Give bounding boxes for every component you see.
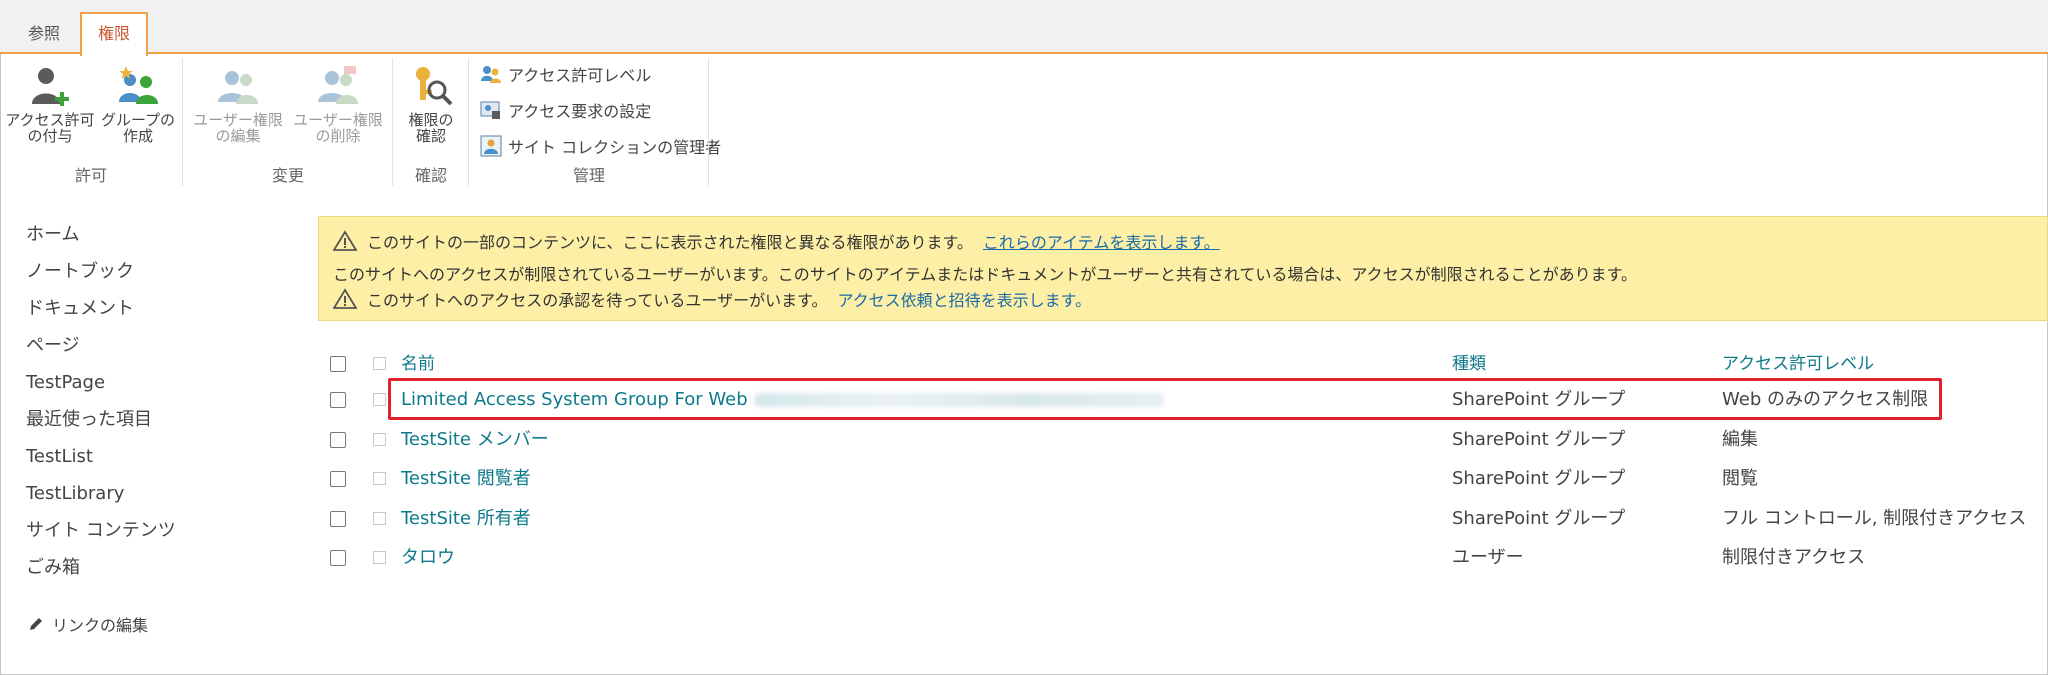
group-label-modify: 変更 xyxy=(271,166,304,185)
create-group-line2: 作成 xyxy=(122,127,153,145)
pencil-icon xyxy=(30,618,42,630)
show-items-link[interactable]: これらのアイテムを表示します。 xyxy=(983,229,1220,253)
access-request-settings-button[interactable]: アクセス要求の設定 xyxy=(480,98,651,122)
banner-line-1: このサイトの一部のコンテンツに、ここに表示された権限と異なる権限があります。 こ… xyxy=(333,229,1220,253)
edit-links-button[interactable]: リンクの編集 xyxy=(28,612,148,636)
tab-permissions[interactable]: 権限 xyxy=(80,12,148,56)
banner-line2-text: このサイトへのアクセスが制限されているユーザーがいます。このサイトのアイテムまた… xyxy=(333,265,1638,284)
nav-item-recycle-bin[interactable]: ごみ箱 xyxy=(26,553,176,590)
row-checkbox[interactable] xyxy=(330,471,346,487)
nav-item-site-contents[interactable]: サイト コンテンツ xyxy=(26,516,176,553)
check-permissions-icon xyxy=(416,67,453,106)
permission-levels-button[interactable]: アクセス許可レベル xyxy=(480,62,651,86)
create-group-line1: グループの xyxy=(100,111,176,129)
ribbon: アクセス許可 の付与 グループの 作成 許可 ユーザー権限 の編集 ユーザー権限… xyxy=(0,56,2048,186)
group-label-grant: 許可 xyxy=(74,166,107,185)
access-request-settings-icon xyxy=(480,101,500,119)
remove-user-perm-line2: の削除 xyxy=(315,127,361,145)
edit-links-label: リンクの編集 xyxy=(52,616,149,635)
row-type-cell: SharePoint グループ xyxy=(1452,429,1626,450)
show-access-requests-link[interactable]: アクセス依頼と招待を表示します。 xyxy=(837,287,1091,311)
check-perm-line1: 権限の xyxy=(408,111,454,129)
create-group-button[interactable]: グループの 作成 xyxy=(100,64,176,144)
row-type-cell: SharePoint グループ xyxy=(1452,508,1626,529)
row-item-checkbox[interactable] xyxy=(373,393,386,406)
nav-item-documents[interactable]: ドキュメント xyxy=(26,294,176,331)
group-label-check: 確認 xyxy=(414,166,447,185)
check-permissions-button[interactable]: 権限の 確認 xyxy=(398,64,464,144)
highlight-box xyxy=(388,378,1942,420)
row-checkbox[interactable] xyxy=(330,392,346,408)
nav-item-recent[interactable]: 最近使った項目 xyxy=(26,405,176,442)
grant-permissions-icon xyxy=(32,68,69,106)
edit-user-permissions-icon xyxy=(218,71,258,104)
edit-user-perm-line1: ユーザー権限 xyxy=(193,111,283,129)
row-item-checkbox[interactable] xyxy=(373,512,386,525)
row-type-cell: SharePoint グループ xyxy=(1452,468,1626,489)
row-checkbox[interactable] xyxy=(330,511,346,527)
nav-item-testlist[interactable]: TestList xyxy=(26,442,176,479)
grant-permissions-button[interactable]: アクセス許可 の付与 xyxy=(4,64,96,144)
edit-user-permissions-button[interactable]: ユーザー権限 の編集 xyxy=(190,64,286,144)
grant-line2: の付与 xyxy=(27,127,73,145)
row-name-link[interactable]: TestSite 閲覧者 xyxy=(401,460,531,498)
warning-icon xyxy=(333,230,357,251)
nav-item-testlibrary[interactable]: TestLibrary xyxy=(26,479,176,516)
site-collection-admins-label: サイト コレクションの管理者 xyxy=(508,138,722,157)
group-separator xyxy=(708,58,709,186)
remove-user-permissions-button[interactable]: ユーザー権限 の削除 xyxy=(290,64,386,144)
create-group-icon xyxy=(119,66,158,104)
row-item-checkbox[interactable] xyxy=(373,551,386,564)
table-row: TestSite 閲覧者 SharePoint グループ 閲覧 xyxy=(318,460,2048,498)
row-permission-cell: 編集 xyxy=(1722,429,1758,450)
row-name-link[interactable]: TestSite メンバー xyxy=(401,421,549,459)
ribbon-tab-bar: 参照 権限 xyxy=(0,0,2048,56)
tab-browse[interactable]: 参照 xyxy=(14,14,74,54)
select-all-checkbox[interactable] xyxy=(330,356,346,372)
site-collection-admins-button[interactable]: サイト コレクションの管理者 xyxy=(480,134,721,158)
check-perm-line2: 確認 xyxy=(415,127,446,145)
remove-user-perm-line1: ユーザー権限 xyxy=(293,111,383,129)
row-type-cell: ユーザー xyxy=(1452,547,1524,568)
nav-item-home[interactable]: ホーム xyxy=(26,220,176,257)
row-item-checkbox[interactable] xyxy=(373,433,386,446)
row-permission-cell: 制限付きアクセス xyxy=(1722,547,1866,568)
nav-item-pages[interactable]: ページ xyxy=(26,331,176,368)
access-request-settings-label: アクセス要求の設定 xyxy=(508,102,652,121)
group-separator xyxy=(392,58,393,186)
banner-line3-text: このサイトへのアクセスの承認を待っているユーザーがいます。 xyxy=(367,291,828,310)
banner-line-2: このサイトへのアクセスが制限されているユーザーがいます。このサイトのアイテムまた… xyxy=(333,261,1637,285)
group-separator xyxy=(468,58,469,186)
warning-banner: このサイトの一部のコンテンツに、ここに表示された権限と異なる権限があります。 こ… xyxy=(318,216,2048,321)
site-collection-admins-icon xyxy=(480,135,502,157)
group-label-manage: 管理 xyxy=(572,166,605,185)
grant-line1: アクセス許可 xyxy=(5,111,95,129)
row-checkbox[interactable] xyxy=(330,550,346,566)
table-row: タロウ ユーザー 制限付きアクセス xyxy=(318,539,2048,577)
quick-launch-nav: ホーム ノートブック ドキュメント ページ TestPage 最近使った項目 T… xyxy=(26,220,176,590)
banner-line-3: このサイトへのアクセスの承認を待っているユーザーがいます。 アクセス依頼と招待を… xyxy=(333,287,1091,311)
row-permission-cell: 閲覧 xyxy=(1722,468,1758,489)
table-row: TestSite 所有者 SharePoint グループ フル コントロール, … xyxy=(318,500,2048,538)
permission-levels-label: アクセス許可レベル xyxy=(508,66,652,85)
remove-user-permissions-icon xyxy=(318,66,358,104)
edit-user-perm-line2: の編集 xyxy=(215,127,261,145)
row-item-checkbox[interactable] xyxy=(373,472,386,485)
row-permission-cell: フル コントロール, 制限付きアクセス xyxy=(1722,508,2027,529)
banner-line1-text: このサイトの一部のコンテンツに、ここに表示された権限と異なる権限があります。 xyxy=(367,233,973,252)
warning-icon xyxy=(333,288,357,309)
row-name-link[interactable]: TestSite 所有者 xyxy=(401,500,531,538)
nav-item-testpage[interactable]: TestPage xyxy=(26,368,176,405)
row-checkbox[interactable] xyxy=(330,432,346,448)
nav-item-notebook[interactable]: ノートブック xyxy=(26,257,176,294)
header-type-checkbox[interactable] xyxy=(373,357,386,370)
row-name-link[interactable]: タロウ xyxy=(401,539,455,577)
group-separator xyxy=(182,58,183,186)
permission-levels-icon xyxy=(481,66,501,83)
table-row: TestSite メンバー SharePoint グループ 編集 xyxy=(318,421,2048,459)
